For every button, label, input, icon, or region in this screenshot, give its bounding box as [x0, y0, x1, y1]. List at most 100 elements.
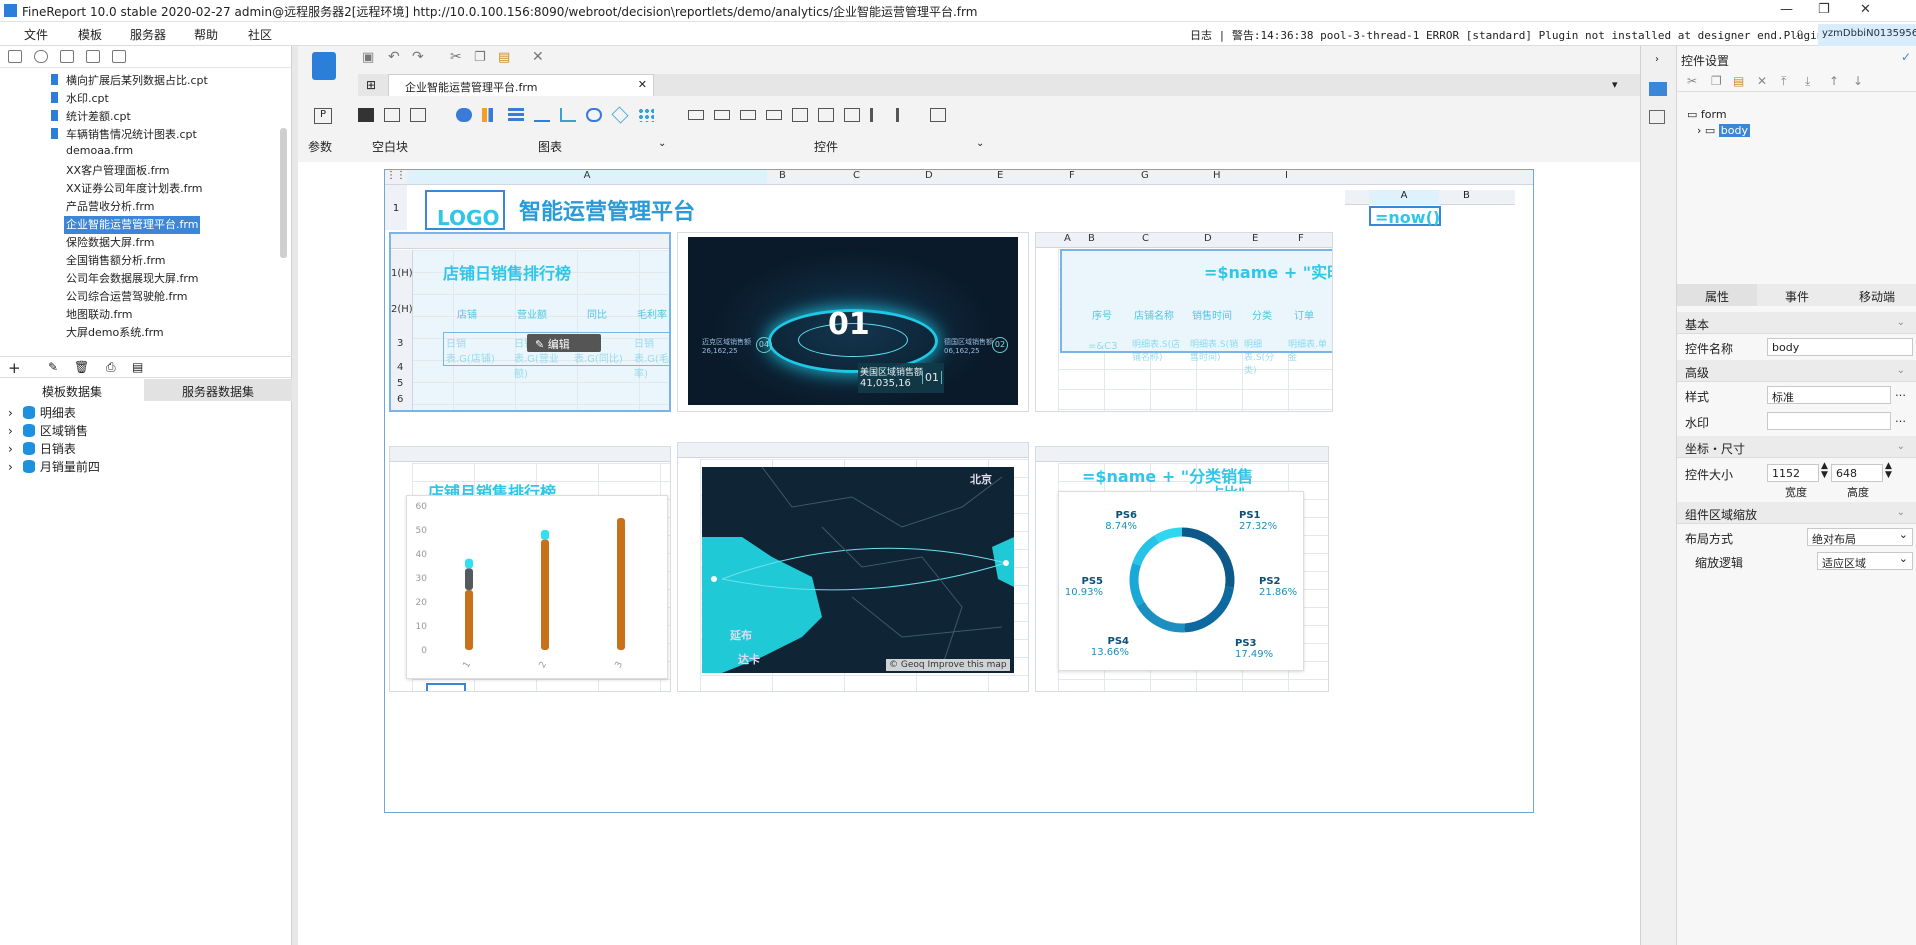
- preview-icon[interactable]: ⎙: [106, 360, 116, 375]
- radio-widget-icon[interactable]: [896, 108, 912, 122]
- file-item[interactable]: 地图联动.frm: [64, 306, 134, 324]
- copy-icon[interactable]: ❐: [1711, 74, 1722, 88]
- expand-icon[interactable]: ›: [1655, 54, 1659, 65]
- file-item[interactable]: 大屏demo系统.frm: [64, 324, 166, 342]
- minimize-icon[interactable]: —: [1780, 2, 1793, 17]
- selected-cell[interactable]: [426, 683, 466, 691]
- file-item[interactable]: 全国销售额分析.frm: [64, 252, 167, 270]
- splitter[interactable]: [292, 46, 298, 945]
- log-message[interactable]: 日志 | 警告:14:36:38 pool-3-thread-1 ERROR […: [1190, 27, 1843, 43]
- dataset-item[interactable]: › 日销表: [8, 440, 76, 457]
- delete-icon[interactable]: ✕: [1757, 74, 1767, 88]
- designer-mode-icon[interactable]: [312, 52, 336, 80]
- cut-icon[interactable]: ✂: [1687, 74, 1697, 88]
- radar-chart-icon[interactable]: [611, 106, 629, 124]
- logo-cell[interactable]: LOGO: [425, 190, 505, 230]
- button-widget-icon[interactable]: [688, 110, 704, 120]
- file-item[interactable]: XX证券公司年度计划表.frm: [64, 180, 204, 198]
- dataset-item[interactable]: › 明细表: [8, 404, 76, 421]
- undo-icon[interactable]: ↶: [388, 49, 400, 65]
- new-folder-icon[interactable]: [8, 50, 22, 63]
- date-widget-icon[interactable]: [792, 108, 808, 122]
- refresh-icon[interactable]: [34, 50, 48, 63]
- tab-template-dataset[interactable]: 模板数据集: [0, 379, 144, 401]
- bar-chart[interactable]: 60 50 40 30 20 10 0 1 2 3: [406, 495, 668, 679]
- lock-icon[interactable]: [60, 50, 74, 63]
- pin-icon[interactable]: ✓: [1901, 50, 1911, 64]
- paste-icon[interactable]: ▤: [1733, 74, 1744, 88]
- height-stepper[interactable]: ▲ ▼: [1885, 462, 1892, 480]
- file-item[interactable]: demoaa.frm: [64, 144, 135, 162]
- time-block[interactable]: A B =now(): [1345, 190, 1515, 230]
- move-top-icon[interactable]: ⤒: [1781, 74, 1786, 89]
- menu-community[interactable]: 社区: [248, 26, 272, 43]
- move-bottom-icon[interactable]: ⤓: [1805, 74, 1810, 89]
- redo-icon[interactable]: ↷: [412, 49, 424, 65]
- height-input[interactable]: 648: [1831, 464, 1883, 482]
- file-item[interactable]: 产品营收分析.frm: [64, 198, 156, 216]
- scatter-chart-icon[interactable]: [638, 108, 654, 122]
- file-item[interactable]: 公司综合运营驾驶舱.frm: [64, 288, 189, 306]
- file-item[interactable]: 水印.cpt: [51, 90, 111, 108]
- section-advanced[interactable]: 高级 ⌄: [1677, 360, 1916, 382]
- component-tab-icon[interactable]: [1649, 110, 1665, 124]
- style-input[interactable]: 标准: [1767, 386, 1891, 404]
- data-icon[interactable]: ▤: [132, 360, 143, 374]
- close-tab-icon[interactable]: ✕: [638, 78, 647, 91]
- menu-help[interactable]: 帮助: [194, 26, 218, 43]
- map-view[interactable]: 北京 延布 达卡 © Geoq Improve this map: [702, 467, 1014, 673]
- grid-icon[interactable]: ⊞: [366, 78, 376, 92]
- file-item[interactable]: 车辆销售情况统计图表.cpt: [51, 126, 199, 144]
- line-chart-icon[interactable]: [534, 108, 550, 122]
- section-basic[interactable]: 基本 ⌄: [1677, 312, 1916, 334]
- user-badge[interactable]: yzmDbbiN0135956: [1818, 24, 1916, 46]
- delete-icon[interactable]: 🗑: [74, 360, 89, 374]
- paste-icon[interactable]: ▤: [498, 50, 510, 65]
- dataset-item[interactable]: › 区域销售: [8, 422, 88, 439]
- blank-block-icon[interactable]: [358, 108, 374, 122]
- search-widget-icon[interactable]: [930, 108, 946, 122]
- search-icon[interactable]: ⌕: [1796, 25, 1804, 41]
- tab-events[interactable]: 事件: [1757, 284, 1837, 306]
- file-item[interactable]: XX客户管理面板.frm: [64, 162, 172, 180]
- donut-chart[interactable]: PS1 27.32% PS2 21.86% PS3 17.49% PS4 13.66% PS5 1…: [1058, 491, 1304, 671]
- area-chart-icon[interactable]: [560, 108, 576, 122]
- tab-block-icon[interactable]: [384, 108, 400, 122]
- chart-more-icon[interactable]: ⌄: [658, 138, 666, 149]
- section-zoom[interactable]: 组件区域缩放 ⌄: [1677, 502, 1916, 524]
- tree-form[interactable]: ▭ form: [1687, 108, 1727, 121]
- absolute-block-icon[interactable]: [410, 108, 426, 122]
- copy-icon[interactable]: ❐: [474, 50, 486, 65]
- panel-realtime-table[interactable]: ABCDEF =$name + "实时销 序号 店铺名称 销售时间 分类 订单 …: [1035, 232, 1333, 412]
- widget-settings-tab-icon[interactable]: [1649, 82, 1667, 96]
- panel-radar-visual[interactable]: 01 迈克区域销售额 26,162,25 04 德国区域销售额 06,162,2…: [677, 232, 1029, 412]
- edit-button[interactable]: ✎ 编辑: [527, 334, 601, 352]
- now-cell[interactable]: =now(): [1369, 206, 1441, 227]
- file-item[interactable]: 统计差额.cpt: [51, 108, 133, 126]
- file-item-selected[interactable]: 企业智能运营管理平台.frm: [64, 216, 201, 234]
- style-more-icon[interactable]: …: [1895, 386, 1906, 399]
- doc-tab[interactable]: 企业智能运营管理平台.frm ✕: [388, 74, 654, 96]
- file-item[interactable]: 公司年会数据展现大屏.frm: [64, 270, 200, 288]
- watermark-input[interactable]: [1767, 412, 1891, 430]
- tree-body[interactable]: › ▭ body: [1697, 124, 1751, 137]
- panel-category-share[interactable]: =$name + "分类销售 占比" PS127.32%PS221.86%PS3…: [1035, 446, 1329, 692]
- file-tree-scrollbar[interactable]: [280, 128, 287, 258]
- checkbox-widget-icon[interactable]: [870, 108, 886, 122]
- widget-more-icon[interactable]: ⌄: [976, 138, 984, 149]
- dataset-item[interactable]: › 月销量前四: [8, 458, 100, 475]
- tab-properties[interactable]: 属性: [1677, 284, 1757, 306]
- calendar-widget-icon[interactable]: [818, 108, 834, 122]
- panel-monthly-ranking[interactable]: 店铺月销售排行榜 60 50 40 30 20 10 0 1 2 3: [389, 446, 671, 692]
- panel-map[interactable]: 北京 延布 达卡 © Geoq Improve this map: [677, 442, 1029, 692]
- edit-icon[interactable]: ✎: [48, 360, 58, 374]
- pie-chart-icon[interactable]: [456, 108, 472, 122]
- name-input[interactable]: body: [1767, 338, 1913, 356]
- add-dataset-icon[interactable]: +: [8, 359, 21, 377]
- cut-icon[interactable]: ✂: [450, 49, 462, 65]
- hbar-chart-icon[interactable]: [508, 108, 524, 122]
- delete-icon[interactable]: ✕: [532, 49, 544, 65]
- file-item[interactable]: 保险数据大屏.frm: [64, 234, 156, 252]
- width-input[interactable]: 1152: [1767, 464, 1819, 482]
- restore-icon[interactable]: ❐: [1818, 2, 1830, 17]
